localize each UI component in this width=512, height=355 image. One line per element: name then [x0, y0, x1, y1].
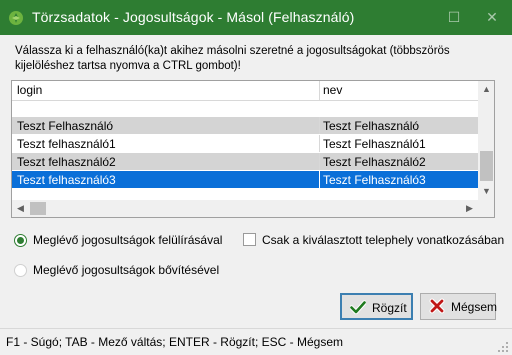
maximize-icon[interactable]: ☐: [436, 0, 472, 35]
checkmark-icon: [350, 300, 366, 315]
status-bar: F1 - Súgó; TAB - Mező váltás; ENTER - Rö…: [0, 328, 512, 355]
cell-divider: [319, 117, 320, 134]
cell-divider: [319, 153, 320, 170]
overwrite-label[interactable]: Meglévő jogosultságok felülírásával: [33, 233, 222, 247]
close-icon: [429, 298, 445, 314]
cancel-button-label: Mégsem: [451, 300, 498, 314]
instruction-text: Válassza ki a felhasználó(ka)t akihez má…: [15, 45, 450, 72]
vertical-scrollbar[interactable]: ▲ ▼: [478, 81, 494, 200]
resize-grip-icon[interactable]: [497, 341, 509, 353]
cell-login: Teszt felhasználó2: [17, 155, 116, 169]
cell-divider: [319, 135, 320, 152]
table-row[interactable]: Teszt felhasználó1 Teszt Felhasználó1: [12, 135, 478, 153]
horizontal-scroll-thumb[interactable]: [30, 202, 46, 215]
close-icon[interactable]: ✕: [474, 0, 510, 35]
extend-radio[interactable]: [14, 264, 27, 277]
scroll-left-icon[interactable]: ◀: [12, 200, 29, 217]
site-only-label[interactable]: Csak a kiválasztott telephely vonatkozás…: [262, 233, 504, 247]
site-only-checkbox[interactable]: [243, 233, 256, 246]
scroll-up-icon[interactable]: ▲: [478, 81, 494, 98]
cell-nev: Teszt Felhasználó1: [323, 137, 426, 151]
grid-header: login nev: [12, 81, 478, 101]
save-button-label: Rögzít: [372, 301, 407, 315]
cell-nev: Teszt Felhasználó2: [323, 155, 426, 169]
save-button[interactable]: Rögzít: [340, 293, 413, 320]
table-row-selected[interactable]: Teszt felhasználó3 Teszt Felhasználó3: [12, 171, 478, 189]
cell-nev: Teszt Felhasználó3: [323, 173, 426, 187]
cell-nev: Teszt Felhasználó: [323, 119, 420, 133]
scroll-down-icon[interactable]: ▼: [478, 183, 494, 200]
cell-login: Teszt Felhasználó: [17, 119, 114, 133]
cell-login: Teszt felhasználó3: [17, 173, 116, 187]
extend-label[interactable]: Meglévő jogosultságok bővítésével: [33, 263, 219, 277]
scroll-right-icon[interactable]: ▶: [461, 200, 478, 217]
title-bar: Törzsadatok - Jogosultságok - Másol (Fel…: [0, 0, 512, 35]
column-divider[interactable]: [319, 81, 320, 100]
vertical-scroll-thumb[interactable]: [480, 151, 493, 181]
grid-rows: Teszt Felhasználó Teszt Felhasználó Tesz…: [12, 117, 478, 189]
table-row[interactable]: Teszt Felhasználó Teszt Felhasználó: [12, 117, 478, 135]
cell-divider: [319, 171, 320, 188]
table-row[interactable]: Teszt felhasználó2 Teszt Felhasználó2: [12, 153, 478, 171]
horizontal-scrollbar[interactable]: ◀ ▶: [12, 200, 478, 217]
scrollbar-corner: [478, 200, 494, 217]
cell-login: Teszt felhasználó1: [17, 137, 116, 151]
filter-row[interactable]: [12, 101, 478, 117]
cancel-button[interactable]: Mégsem: [420, 293, 498, 320]
status-text: F1 - Súgó; TAB - Mező váltás; ENTER - Rö…: [6, 335, 343, 349]
overwrite-radio[interactable]: [14, 234, 27, 247]
column-header-login[interactable]: login: [17, 81, 317, 100]
column-header-nev[interactable]: nev: [323, 81, 473, 100]
user-grid[interactable]: login nev Teszt Felhasználó Teszt Felhas…: [11, 80, 495, 218]
app-icon: [9, 11, 23, 25]
window-title: Törzsadatok - Jogosultságok - Másol (Fel…: [32, 9, 355, 25]
